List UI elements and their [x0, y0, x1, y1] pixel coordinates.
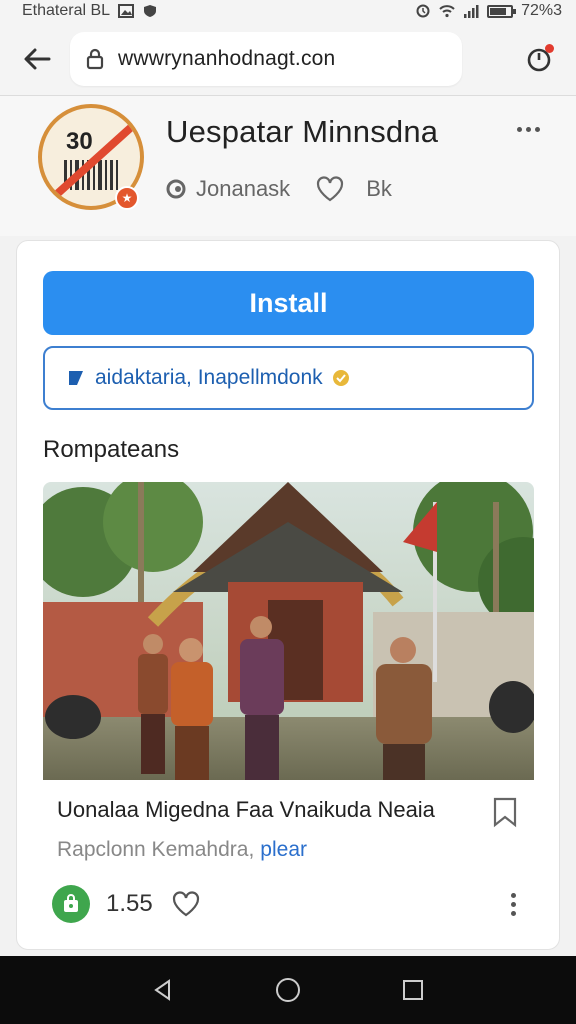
app-title: Uespatar Minnsdna [166, 114, 439, 149]
wifi-icon [439, 5, 455, 18]
lock-icon [86, 48, 104, 69]
post-image[interactable] [43, 482, 534, 780]
extension-button[interactable] [516, 36, 562, 82]
logo-code: 30 [66, 128, 93, 155]
status-right: 72%3 [415, 2, 562, 20]
browser-toolbar: wwwrynanhodnagt.con [0, 22, 576, 96]
url-text: wwwrynanhodnagt.con [118, 46, 336, 70]
tag-text: aidaktaria, Inapellmdonk [95, 366, 323, 389]
avatar[interactable] [52, 885, 90, 923]
post-footer: 1.55 [52, 882, 522, 926]
badge-icon [332, 370, 349, 386]
heart-outline-icon[interactable] [171, 890, 201, 918]
author-icon [166, 179, 186, 199]
more-options-button[interactable] [508, 114, 548, 144]
back-button[interactable] [14, 36, 60, 82]
bookmark-button[interactable] [490, 796, 520, 828]
notification-dot [545, 43, 554, 53]
post-subtitle-link[interactable]: plear [260, 838, 307, 861]
nav-home-button[interactable] [268, 970, 308, 1010]
author-row: Jonanask Bk [166, 176, 392, 202]
battery-fill [490, 7, 507, 15]
person-left [138, 634, 168, 774]
post-subtitle-text: Rapclonn Kemahdra, [57, 838, 255, 861]
author-name[interactable]: Jonanask [196, 176, 290, 202]
alarm-icon [416, 4, 430, 18]
person-center [240, 616, 284, 780]
status-bar: Ethateral BL 72%3 [0, 0, 576, 22]
post-title[interactable]: Uonalaa Migedna Faa Vnaikuda Neaia [57, 797, 435, 823]
arrow-left-icon [24, 48, 51, 69]
status-left: Ethateral BL [22, 2, 158, 20]
nav-recents-button[interactable] [393, 970, 433, 1010]
post-more-button[interactable] [505, 892, 522, 916]
image-icon [118, 4, 135, 18]
logo-badge: ★ [115, 186, 139, 210]
url-bar[interactable]: wwwrynanhodnagt.con [70, 31, 462, 86]
status-carrier: Ethateral BL [22, 2, 111, 19]
post-subtitle: Rapclonn Kemahdra, plear [57, 838, 307, 862]
status-battery-text: 72%3 [521, 2, 562, 19]
tag-icon [69, 371, 83, 385]
section-title: Rompateans [43, 436, 180, 463]
heart-icon[interactable] [316, 176, 344, 202]
signal-icon [464, 5, 479, 18]
install-button[interactable]: Install [43, 271, 534, 335]
nav-back-button[interactable] [143, 970, 183, 1010]
nav-recents-icon [403, 980, 424, 1000]
post-count: 1.55 [106, 890, 153, 917]
scene-image [43, 482, 534, 780]
navigation-bar [0, 956, 576, 1024]
battery-icon [487, 4, 517, 18]
shield-icon [144, 5, 157, 17]
like-count: Bk [366, 176, 392, 201]
tag-box[interactable]: aidaktaria, Inapellmdonk [43, 346, 534, 410]
bookmark-icon [493, 797, 517, 828]
nav-back-icon [153, 979, 170, 1001]
nav-home-icon [275, 978, 300, 1002]
bag-icon [64, 894, 78, 912]
